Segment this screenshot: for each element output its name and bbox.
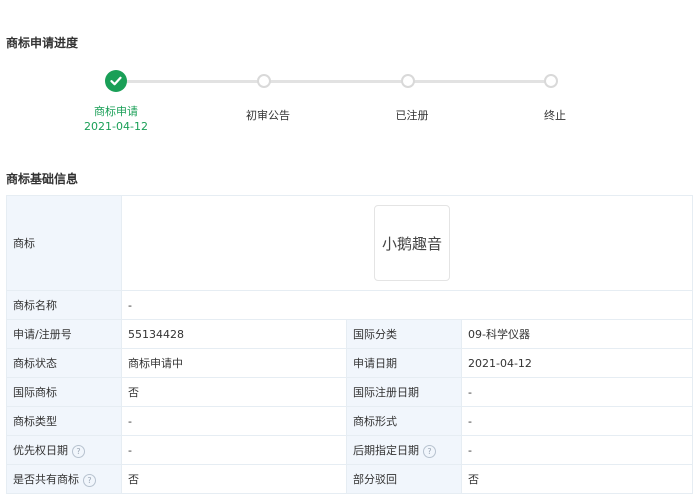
cell-value: -	[121, 435, 347, 465]
cell-value: 否	[121, 464, 347, 494]
table-row: 申请/注册号 55134428 国际分类 09-科学仪器	[6, 319, 694, 349]
cell-value: 否	[121, 377, 347, 407]
cell-label: 申请日期	[346, 348, 462, 378]
step-node-publish	[257, 74, 271, 88]
cell-label: 商标形式	[346, 406, 462, 436]
step-label-terminated: 终止	[544, 109, 566, 122]
cell-label: 商标状态	[6, 348, 122, 378]
help-icon[interactable]: ?	[423, 444, 436, 458]
cell-value: 商标申请中	[121, 348, 347, 378]
check-icon	[105, 70, 127, 92]
step-date-apply: 2021-04-12	[84, 120, 148, 133]
mark-label: 商标	[6, 195, 122, 291]
trademark-image-text: 小鹅趣音	[381, 234, 442, 253]
trademark-image: 小鹅趣音	[374, 205, 450, 281]
step-node-terminated	[544, 74, 558, 88]
cell-value: -	[460, 406, 694, 436]
cell-value: 2021-04-12	[460, 348, 694, 378]
help-icon[interactable]: ?	[83, 473, 96, 487]
help-icon[interactable]: ?	[72, 444, 85, 458]
table-row: 商标类型 - 商标形式 -	[6, 406, 694, 436]
name-value: -	[120, 290, 694, 320]
name-label: 商标名称	[6, 290, 122, 320]
basic-info-table: 商标 小鹅趣音 商标名称 - 申请/注册号 55134428 国际分类 09-科…	[6, 195, 694, 494]
step-label-apply: 商标申请	[94, 105, 138, 118]
cell-label: 是否共有商标	[13, 473, 79, 486]
cell-value: -	[460, 435, 694, 465]
step-node-registered	[401, 74, 415, 88]
basic-info-title: 商标基础信息	[6, 172, 79, 186]
table-row: 国际商标 否 国际注册日期 -	[6, 377, 694, 407]
table-row: 是否共有商标? 否 部分驳回 否	[6, 464, 694, 494]
cell-value: 否	[460, 464, 694, 494]
cell-value: -	[121, 406, 347, 436]
cell-label: 后期指定日期	[353, 444, 419, 457]
cell-label: 国际商标	[6, 377, 122, 407]
cell-label: 部分驳回	[346, 464, 462, 494]
table-row-mark: 商标 小鹅趣音	[6, 195, 694, 291]
cell-label-with-help: 优先权日期?	[6, 435, 122, 465]
step-label-registered: 已注册	[395, 109, 429, 122]
cell-label: 国际分类	[346, 319, 462, 349]
step-label-publish: 初审公告	[246, 109, 290, 122]
cell-label-with-help: 后期指定日期?	[346, 435, 462, 465]
cell-label: 商标类型	[6, 406, 122, 436]
cell-value: 09-科学仪器	[460, 319, 694, 349]
cell-label-with-help: 是否共有商标?	[6, 464, 122, 494]
table-row: 商标状态 商标申请中 申请日期 2021-04-12	[6, 348, 694, 378]
cell-label: 申请/注册号	[6, 319, 122, 349]
cell-value: -	[460, 377, 694, 407]
progress-stepper: 商标申请 2021-04-12 初审公告 已注册 终止	[0, 0, 700, 140]
cell-value: 55134428	[121, 319, 347, 349]
cell-label: 优先权日期	[13, 444, 68, 457]
mark-image-cell: 小鹅趣音	[120, 195, 694, 291]
table-row-name: 商标名称 -	[6, 290, 694, 320]
cell-label: 国际注册日期	[346, 377, 462, 407]
table-row: 优先权日期? - 后期指定日期? -	[6, 435, 694, 465]
progress-track	[116, 80, 550, 83]
